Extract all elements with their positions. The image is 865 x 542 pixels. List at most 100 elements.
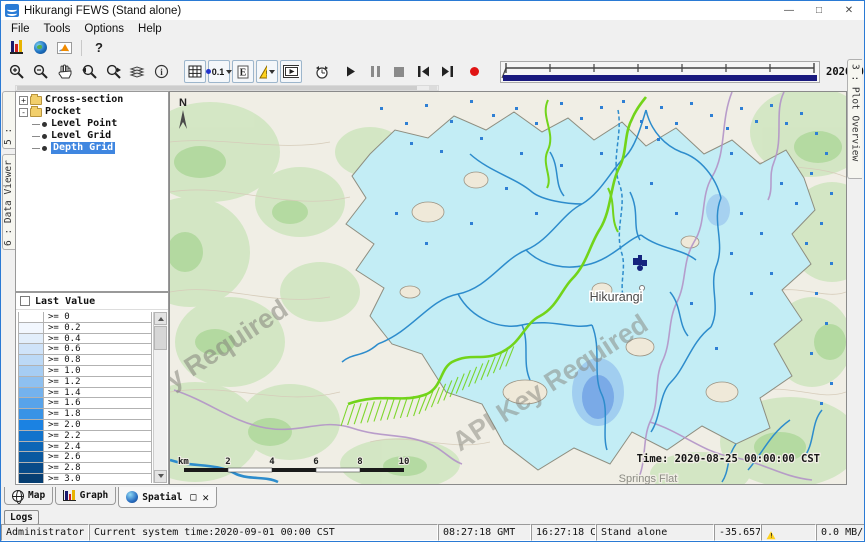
right-tab-strip: 3 : Plot Overview	[845, 59, 864, 485]
town-label: Hikurangi	[590, 290, 643, 304]
timestep-button[interactable]	[311, 60, 333, 83]
tab-close-icon[interactable]: ✕	[202, 491, 209, 504]
tab-graph[interactable]: Graph	[55, 487, 116, 505]
expand-icon[interactable]: +	[19, 96, 28, 105]
menu-bar: File Tools Options Help	[1, 20, 864, 37]
legend-list: >= 0>= 0.2>= 0.4>= 0.6>= 0.8>= 1.0>= 1.2…	[18, 312, 152, 483]
warning-icon	[767, 526, 776, 539]
left-tab-strip: 5 : Forecast 6 : Data Viewer	[1, 91, 15, 485]
tree-label-selected[interactable]: Depth Grid	[51, 142, 115, 154]
legend-title: Last Value	[35, 296, 95, 307]
scroll-down-button[interactable]	[154, 470, 167, 483]
pan-button[interactable]	[54, 60, 76, 83]
scrollbar-thumb[interactable]	[154, 326, 167, 350]
grid-toggle-button[interactable]	[184, 60, 206, 83]
application-window: Hikurangi FEWS (Stand alone) — □ ✕ File …	[0, 0, 865, 542]
menu-tools[interactable]: Tools	[37, 22, 78, 36]
skip-end-button[interactable]	[436, 60, 458, 83]
info-button[interactable]: i	[150, 60, 172, 83]
svg-text:!: !	[266, 69, 267, 78]
main-toolbar: ?	[1, 37, 864, 58]
folder-icon	[30, 108, 42, 117]
legend-scrollbar[interactable]	[153, 312, 167, 483]
class-dot-icon	[206, 69, 211, 74]
scale-tick: 6	[313, 457, 318, 467]
tree-label[interactable]: Level Point	[51, 118, 117, 130]
tree-label[interactable]: Pocket	[45, 106, 81, 118]
collapse-icon[interactable]: -	[19, 108, 28, 117]
help-button[interactable]: ?	[87, 38, 111, 57]
map-viewport[interactable]: Hikurangi Springs Flat API Key Required …	[169, 91, 847, 485]
scale-tick: 4	[269, 457, 275, 467]
threshold-dropdown[interactable]: 0.1	[208, 60, 230, 83]
tab-spatial-label: Spatial	[142, 492, 182, 503]
label-e-icon: E	[237, 65, 249, 79]
bottom-tab-bar: Map Graph Spatial □ ✕	[4, 487, 864, 509]
spatial-display-button[interactable]	[28, 38, 52, 57]
minimize-button[interactable]: —	[774, 1, 804, 20]
scrollbar-thumb[interactable]	[17, 86, 417, 90]
skip-start-button[interactable]	[412, 60, 434, 83]
play-button[interactable]	[340, 60, 362, 83]
animation-button[interactable]	[280, 60, 302, 83]
tab-forecast[interactable]: 5 : Forecast	[2, 91, 15, 149]
last-value-checkbox[interactable]	[20, 296, 30, 306]
tab-data-viewer[interactable]: 6 : Data Viewer	[2, 154, 15, 250]
menu-options[interactable]: Options	[77, 22, 131, 36]
timeline-slider[interactable]	[500, 60, 820, 84]
tab-spatial[interactable]: Spatial □ ✕	[118, 487, 217, 508]
record-button[interactable]	[463, 60, 485, 83]
menu-file[interactable]: File	[4, 22, 37, 36]
tab-plot-overview[interactable]: 3 : Plot Overview	[847, 59, 862, 179]
svg-text:i: i	[160, 67, 163, 77]
scale-tick: 2	[225, 457, 230, 467]
previous-zoom-button[interactable]	[78, 60, 100, 83]
explorer-button[interactable]	[4, 38, 28, 57]
next-zoom-button[interactable]	[102, 60, 124, 83]
tree-connector	[32, 148, 40, 149]
scale-tick: 8	[357, 457, 362, 467]
scroll-up-button[interactable]	[154, 312, 167, 325]
stop-button[interactable]	[388, 60, 410, 83]
tree-node-depth-grid[interactable]: Depth Grid	[19, 142, 168, 154]
tab-map[interactable]: Map	[4, 487, 53, 505]
close-button[interactable]: ✕	[834, 1, 864, 20]
threshold-value: 0.1	[206, 67, 225, 77]
zoom-back-icon	[81, 64, 98, 80]
tree-node-level-point[interactable]: Level Point	[19, 118, 168, 130]
clock-step-icon	[314, 64, 330, 80]
grid-icon	[188, 65, 202, 78]
tree-node-pocket[interactable]: - Pocket	[19, 106, 168, 118]
legend-panel: Last Value >= 0>= 0.2>= 0.4>= 0.6>= 0.8>…	[15, 292, 169, 485]
wire-globe-icon	[12, 490, 24, 502]
zoom-out-button[interactable]	[30, 60, 52, 83]
map-canvas[interactable]: Hikurangi Springs Flat API Key Required …	[170, 92, 846, 484]
bar-graph-icon	[63, 490, 76, 501]
layers-icon	[129, 65, 145, 79]
globe-icon	[34, 41, 47, 54]
layers-button[interactable]	[126, 60, 148, 83]
scrollbar-arrow[interactable]	[429, 86, 437, 90]
status-coordinates: -35.657 , 174.199	[714, 524, 761, 541]
status-warning-cell[interactable]	[761, 524, 816, 541]
stop-icon	[394, 67, 404, 77]
legend-swatch	[18, 473, 44, 483]
legend-row[interactable]: >= 3.0	[18, 474, 152, 483]
tree-node-level-grid[interactable]: Level Grid	[19, 130, 168, 142]
maximize-button[interactable]: □	[804, 1, 834, 20]
logs-button[interactable]: Logs	[4, 510, 39, 525]
triangle-up-icon	[158, 314, 164, 321]
pause-button[interactable]	[364, 60, 386, 83]
zoom-forward-icon	[105, 64, 122, 80]
zoom-out-icon	[33, 64, 49, 80]
tab-maximize-icon[interactable]: □	[190, 492, 196, 503]
labels-toggle-button[interactable]: E	[232, 60, 254, 83]
window-title: Hikurangi FEWS (Stand alone)	[24, 5, 181, 17]
warnings-dropdown[interactable]: !	[256, 60, 278, 83]
menu-help[interactable]: Help	[131, 22, 169, 36]
zoom-in-button[interactable]	[6, 60, 28, 83]
tree-label[interactable]: Cross-section	[45, 94, 123, 106]
tree-label[interactable]: Level Grid	[51, 130, 111, 142]
tree-node-cross-section[interactable]: + Cross-section	[19, 94, 168, 106]
import-timeseries-button[interactable]	[52, 38, 76, 57]
